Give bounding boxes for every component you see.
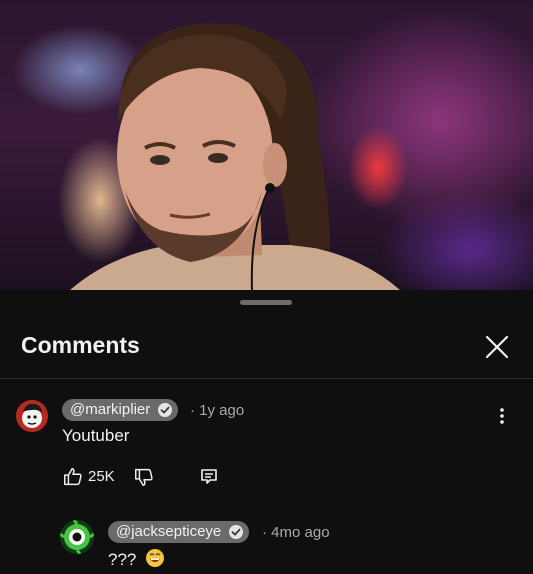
more-vertical-icon xyxy=(500,408,504,424)
grinning-emoji-icon xyxy=(146,549,165,567)
thumbs-down-icon xyxy=(135,468,153,486)
reply-item: @jacksepticeye · 4mo ago ??? xyxy=(0,518,533,574)
header-divider xyxy=(0,378,533,379)
comments-title: Comments xyxy=(21,332,140,358)
reply-comment-icon xyxy=(201,469,217,484)
comments-header: Comments xyxy=(0,318,533,376)
like-count: 25K xyxy=(88,468,115,485)
reply-author-handle[interactable]: @jacksepticeye xyxy=(108,521,250,543)
reply-text-content: ??? xyxy=(108,550,137,569)
comment-author-handle[interactable]: @markiplier xyxy=(62,399,179,421)
comment-text: Youtuber xyxy=(62,426,130,445)
dislike-button[interactable] xyxy=(133,466,155,488)
thumbs-up-icon xyxy=(64,468,82,486)
comment-more-button[interactable] xyxy=(492,404,512,428)
video-frame-person xyxy=(70,23,400,290)
verified-check-icon xyxy=(229,525,244,539)
comment-item: @markiplier · 1y ago Youtuber 25K xyxy=(0,396,533,496)
verified-check-icon xyxy=(158,403,173,417)
reply-button[interactable] xyxy=(199,467,219,487)
reply-avatar[interactable] xyxy=(60,520,94,554)
reply-text: ??? xyxy=(108,548,165,570)
close-icon xyxy=(485,335,509,359)
avatar[interactable] xyxy=(16,400,48,432)
sheet-drag-handle[interactable] xyxy=(240,300,292,305)
comment-author-name: @markiplier xyxy=(70,401,151,418)
comment-timestamp: · 1y ago xyxy=(190,402,245,419)
close-button[interactable] xyxy=(480,330,514,364)
reply-author-name: @jacksepticeye xyxy=(116,523,222,540)
avatar-image xyxy=(60,520,94,554)
avatar-image xyxy=(16,400,48,432)
video-player[interactable] xyxy=(0,0,533,290)
like-button[interactable]: 25K xyxy=(62,466,122,488)
reply-timestamp: · 4mo ago xyxy=(262,524,330,541)
